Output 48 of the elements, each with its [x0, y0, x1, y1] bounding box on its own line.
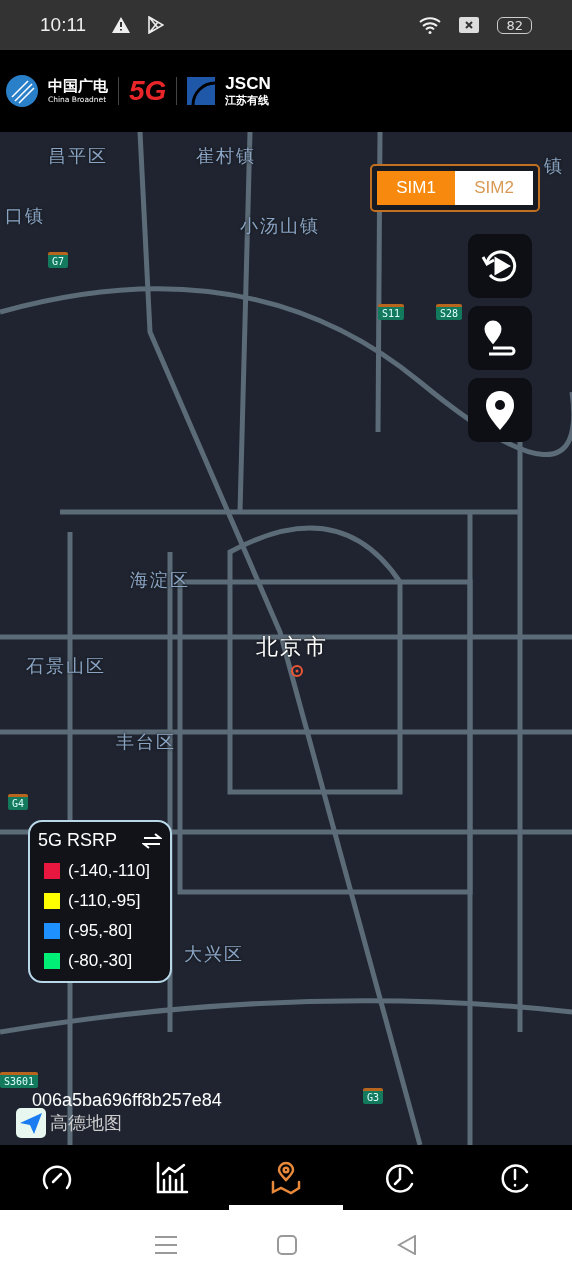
legend-range: (-95,-80]: [68, 921, 133, 941]
home-icon[interactable]: [277, 1235, 297, 1255]
back-icon[interactable]: [397, 1235, 417, 1255]
legend-range: (-110,-95]: [68, 891, 141, 911]
status-time: 10:11: [40, 14, 87, 36]
map-place-label: 大兴区: [184, 942, 244, 966]
map-place-label: 海淀区: [130, 568, 190, 592]
jscn-logo-icon: [187, 77, 216, 105]
map-place-label: 口镇: [5, 204, 45, 228]
warning-icon: [112, 17, 131, 33]
map-view[interactable]: 昌平区 崔村镇 镇 口镇 小汤山镇 海淀区 北京市 石景山区 丰台区 大兴区 G7 S11 S28 G4 S3601 G3 SIM1 SIM2 5G RSRP (-140,-110] (-110,-95] (-95,-80] (-80,-30] 006a5ba696ff8b257e84 高德地图: [0, 132, 572, 1145]
legend-range: (-140,-110]: [68, 861, 150, 881]
map-place-label: 丰台区: [116, 730, 176, 754]
legend-range: (-80,-30]: [68, 951, 133, 971]
road-shield: G7: [48, 252, 69, 268]
road-shield: S28: [436, 304, 463, 320]
brand-name: 中国广电: [48, 78, 108, 95]
map-place-label: 崔村镇: [196, 144, 256, 168]
jscn-subtitle: 江苏有线: [225, 92, 271, 108]
map-place-label: 昌平区: [48, 144, 108, 168]
play-store-icon: [148, 16, 165, 34]
map-place-label: 小汤山镇: [240, 214, 320, 238]
road-shield: G4: [8, 794, 29, 810]
sim-tab[interactable]: SIM1: [377, 171, 455, 205]
road-shield: G3: [363, 1088, 384, 1104]
map-place-label: 北京市: [256, 633, 328, 661]
route-button[interactable]: [468, 306, 532, 370]
map-provider-name: 高德地图: [50, 1111, 122, 1135]
legend-title: 5G RSRP: [38, 830, 118, 851]
jscn-name: JSCN: [225, 74, 271, 93]
battery-indicator: 82: [497, 16, 532, 34]
device-id: 006a5ba696ff8b257e84: [32, 1090, 222, 1111]
map-pin-icon: [484, 390, 516, 430]
locate-button[interactable]: [468, 378, 532, 442]
paper-plane-logo-icon: [16, 1108, 46, 1138]
wifi-icon: [419, 16, 442, 34]
road-shield: S3601: [0, 1072, 39, 1088]
swap-icon[interactable]: [142, 832, 162, 849]
map-place-label: 石景山区: [26, 654, 106, 678]
menu-icon[interactable]: [155, 1235, 177, 1255]
globe-logo-icon: [6, 75, 38, 107]
replay-button[interactable]: [468, 234, 532, 298]
map-place-label: 镇: [544, 154, 564, 178]
5g-logo: 5G: [129, 75, 167, 107]
road-shield: S11: [378, 304, 405, 320]
sim-blocked-icon: [459, 17, 480, 33]
location-marker-icon: [290, 664, 304, 678]
sim-tab[interactable]: SIM2: [455, 171, 533, 205]
